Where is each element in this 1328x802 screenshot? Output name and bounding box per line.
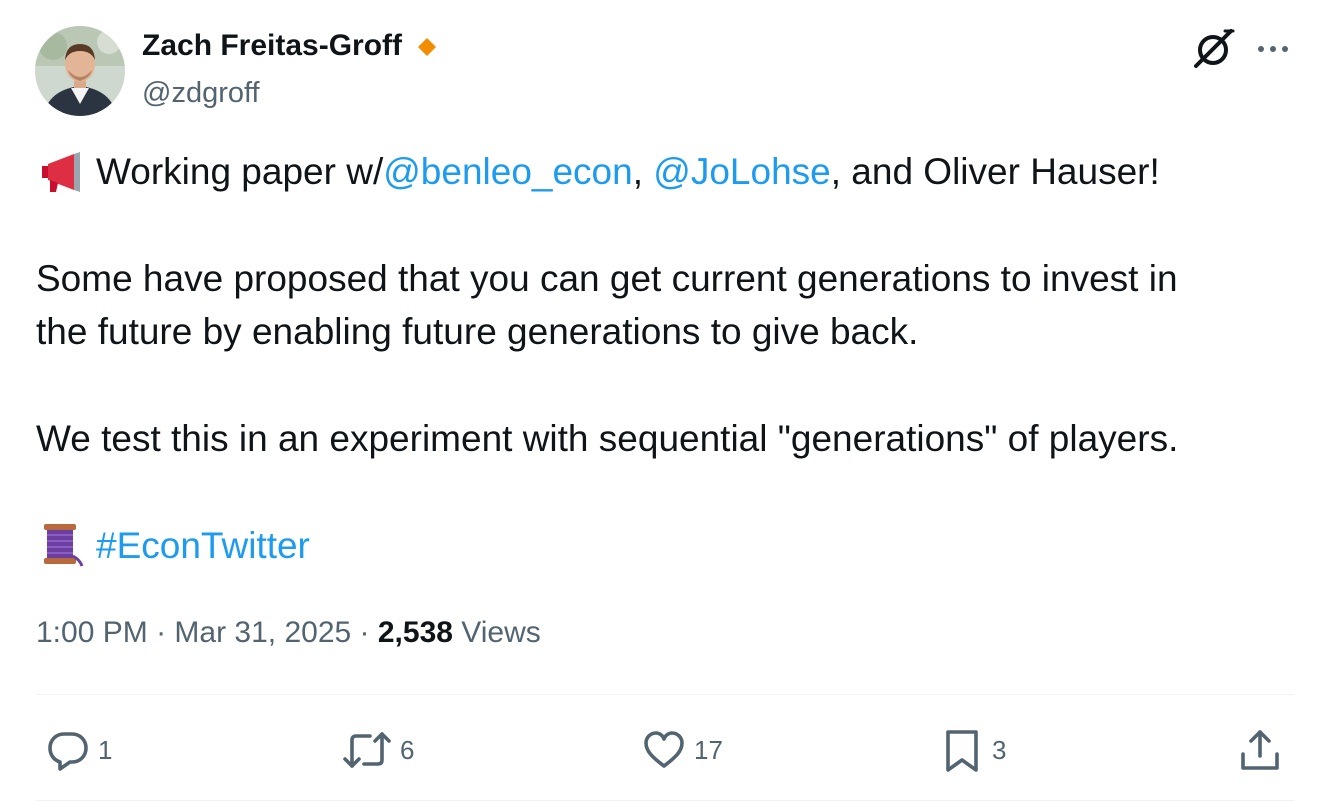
avatar-image (35, 26, 125, 116)
tweet-line-3: the future by enabling future generation… (36, 311, 919, 352)
like-button[interactable]: 17 (642, 726, 723, 774)
author-name[interactable]: Zach Freitas-Groff (142, 29, 437, 63)
share-button[interactable] (1238, 726, 1282, 774)
megaphone-icon (42, 152, 80, 192)
heart-icon (644, 731, 684, 768)
grok-icon[interactable] (1191, 27, 1237, 71)
tweet-line-2: Some have proposed that you can get curr… (36, 258, 1178, 299)
hashtag-link[interactable]: #EconTwitter (96, 525, 310, 566)
reply-button[interactable]: 1 (46, 726, 112, 774)
mention-link[interactable]: @benleo_econ (383, 151, 632, 192)
bookmark-count: 3 (992, 735, 1007, 765)
views-label: Views (452, 616, 541, 649)
avatar[interactable] (35, 26, 125, 116)
verified-badge-icon (418, 38, 437, 56)
tweet-meta: 1:00 PM · Mar 31, 2025 · 2,538 Views (36, 616, 541, 650)
retweet-button[interactable]: 6 (342, 726, 414, 774)
share-icon (1241, 730, 1279, 770)
tweet-time[interactable]: 1:00 PM (36, 616, 148, 649)
divider (36, 800, 1294, 801)
meta-separator: · (351, 616, 378, 649)
meta-separator: · (147, 616, 175, 649)
tweet-text-segment: , and Oliver Hauser! (830, 151, 1160, 192)
tweet-text: Working paper w/@benleo_econ, @JoLohse, … (36, 145, 1296, 572)
mention-link[interactable]: @JoLohse (653, 151, 830, 192)
more-icon[interactable] (1254, 34, 1292, 64)
author-name-text[interactable]: Zach Freitas-Groff (142, 29, 402, 63)
like-count: 17 (694, 735, 723, 765)
bookmark-button[interactable]: 3 (940, 726, 1006, 774)
tweet-text-segment: Working paper w/ (96, 151, 384, 192)
tweet-date[interactable]: Mar 31, 2025 (174, 616, 351, 649)
divider (36, 694, 1294, 695)
retweet-count: 6 (400, 735, 415, 765)
tweet-text-segment: , (632, 151, 654, 192)
tweet-card: Zach Freitas-Groff @zdgroff Working pape… (0, 0, 1328, 802)
bookmark-icon (946, 730, 978, 772)
tweet-line-5: #EconTwitter (36, 519, 1296, 572)
retweet-icon (343, 732, 391, 768)
reply-icon (48, 732, 88, 771)
tweet-line-4: We test this in an experiment with seque… (36, 418, 1179, 459)
tweet-line-1: Working paper w/@benleo_econ, @JoLohse, … (36, 145, 1296, 198)
views-count: 2,538 (377, 616, 453, 649)
thread-spool-icon (44, 524, 84, 567)
author-handle[interactable]: @zdgroff (142, 77, 260, 110)
reply-count: 1 (98, 735, 113, 765)
